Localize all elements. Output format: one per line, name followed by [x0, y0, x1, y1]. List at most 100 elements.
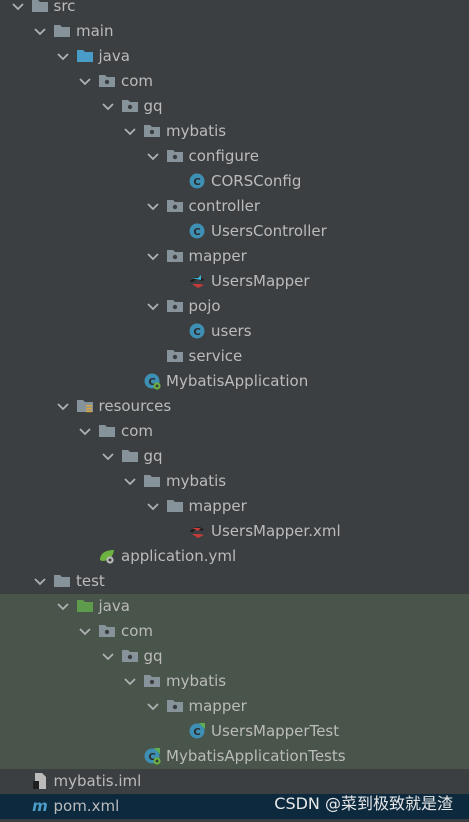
tree-row-service[interactable]: service: [0, 344, 469, 369]
tree-row-java[interactable]: java: [0, 594, 469, 619]
tree-row-corsconfig[interactable]: C CORSConfig: [0, 169, 469, 194]
tree-row-mybatis[interactable]: mybatis: [0, 119, 469, 144]
chevron-down-icon[interactable]: [56, 47, 70, 65]
chevron-down-icon[interactable]: [33, 22, 47, 40]
tree-row-mybatis[interactable]: mybatis: [0, 669, 469, 694]
chevron-down-icon[interactable]: [146, 147, 160, 165]
tree-item-label: test: [76, 572, 105, 590]
project-tree: src main java com gq mybatis configure C CORSCon…: [0, 0, 469, 822]
chevron-down-icon[interactable]: [146, 247, 160, 265]
chevron-down-icon[interactable]: [123, 122, 137, 140]
chevron-down-icon[interactable]: [33, 572, 47, 590]
tree-row-mapper[interactable]: mapper: [0, 494, 469, 519]
test-class-icon: C: [188, 722, 206, 740]
package-icon: [143, 672, 161, 690]
folder-icon: [53, 572, 71, 590]
tree-row-configure[interactable]: configure: [0, 144, 469, 169]
java-class-icon: C: [188, 172, 206, 190]
tree-item-label: UsersMapperTest: [211, 722, 340, 740]
tree-item-label: MybatisApplication: [166, 372, 309, 390]
tree-item-label: main: [76, 22, 114, 40]
tree-row-usersmapper-xml[interactable]: UsersMapper.xml: [0, 519, 469, 544]
tree-item-label: MybatisApplicationTests: [166, 747, 346, 765]
tree-item-label: pom.xml: [53, 797, 120, 815]
tree-row-gq[interactable]: gq: [0, 94, 469, 119]
folder-icon: [53, 22, 71, 40]
tree-row-controller[interactable]: controller: [0, 194, 469, 219]
chevron-down-icon[interactable]: [11, 0, 25, 15]
tree-item-label: com: [121, 72, 154, 90]
chevron-down-icon[interactable]: [123, 672, 137, 690]
tree-row-userscontroller[interactable]: C UsersController: [0, 219, 469, 244]
tree-item-label: UsersController: [211, 222, 327, 240]
spring-boot-class-icon: C: [143, 372, 161, 390]
tree-item-label: com: [121, 422, 154, 440]
tree-item-label: mybatis.iml: [53, 772, 142, 790]
tree-row-gq[interactable]: gq: [0, 644, 469, 669]
tree-item-label: gq: [143, 97, 163, 115]
java-class-icon: C: [188, 322, 206, 340]
spring-yml-icon: [98, 547, 116, 565]
tree-item-label: service: [188, 347, 243, 365]
tree-item-label: src: [53, 0, 76, 15]
tree-item-label: UsersMapper: [211, 272, 310, 290]
tree-item-label: resources: [98, 397, 172, 415]
chevron-down-icon[interactable]: [56, 597, 70, 615]
chevron-down-icon[interactable]: [101, 647, 115, 665]
tree-row-mybatisapplication[interactable]: C MybatisApplication: [0, 369, 469, 394]
chevron-down-icon[interactable]: [56, 397, 70, 415]
tree-item-label: mybatis: [166, 472, 227, 490]
tree-row-resources[interactable]: resources: [0, 394, 469, 419]
tree-row-gq[interactable]: gq: [0, 444, 469, 469]
csdn-watermark: CSDN @菜到极致就是渣: [274, 794, 453, 813]
tree-item-label: configure: [188, 147, 259, 165]
tree-item-label: pojo: [188, 297, 221, 315]
test-folder-icon: [76, 597, 94, 615]
chevron-down-icon[interactable]: [101, 97, 115, 115]
tree-row-main[interactable]: main: [0, 19, 469, 44]
tree-row-com[interactable]: com: [0, 69, 469, 94]
chevron-down-icon[interactable]: [78, 622, 92, 640]
tree-row-src[interactable]: src: [0, 0, 469, 19]
chevron-down-icon[interactable]: [146, 297, 160, 315]
tree-item-label: CORSConfig: [211, 172, 302, 190]
tree-row-mybatis[interactable]: mybatis: [0, 469, 469, 494]
tree-item-label: application.yml: [121, 547, 237, 565]
tree-item-label: mybatis: [166, 122, 227, 140]
folder-icon: [166, 497, 184, 515]
tree-row-java[interactable]: java: [0, 44, 469, 69]
tree-row-com[interactable]: com: [0, 419, 469, 444]
tree-row-application-yml[interactable]: application.yml: [0, 544, 469, 569]
tree-row-mapper[interactable]: mapper: [0, 244, 469, 269]
package-icon: [166, 247, 184, 265]
svg-text:C: C: [193, 227, 200, 238]
chevron-down-icon[interactable]: [78, 422, 92, 440]
tree-item-label: controller: [188, 197, 261, 215]
folder-icon: [121, 447, 139, 465]
svg-text:C: C: [193, 727, 200, 738]
svg-text:C: C: [193, 327, 200, 338]
tree-row-mapper[interactable]: mapper: [0, 694, 469, 719]
tree-row-usersmapper[interactable]: UsersMapper: [0, 269, 469, 294]
chevron-down-icon[interactable]: [146, 697, 160, 715]
chevron-down-icon[interactable]: [78, 72, 92, 90]
chevron-down-icon[interactable]: [123, 472, 137, 490]
source-folder-icon: [76, 47, 94, 65]
tree-item-label: com: [121, 622, 154, 640]
tree-row-mybatisapplicationtests[interactable]: C MybatisApplicationTests: [0, 744, 469, 769]
tree-row-users[interactable]: Cusers: [0, 319, 469, 344]
tree-row-com[interactable]: com: [0, 619, 469, 644]
tree-item-label: mapper: [188, 697, 247, 715]
package-icon: [98, 622, 116, 640]
spring-boot-test-icon: C: [143, 747, 161, 765]
package-icon: [98, 72, 116, 90]
tree-row-usersmappertest[interactable]: C UsersMapperTest: [0, 719, 469, 744]
chevron-down-icon[interactable]: [101, 447, 115, 465]
chevron-down-icon[interactable]: [146, 497, 160, 515]
chevron-down-icon[interactable]: [146, 197, 160, 215]
svg-text:C: C: [193, 177, 200, 188]
tree-row-pojo[interactable]: pojo: [0, 294, 469, 319]
tree-row-test[interactable]: test: [0, 569, 469, 594]
tree-item-label: mybatis: [166, 672, 227, 690]
folder-icon: [143, 472, 161, 490]
